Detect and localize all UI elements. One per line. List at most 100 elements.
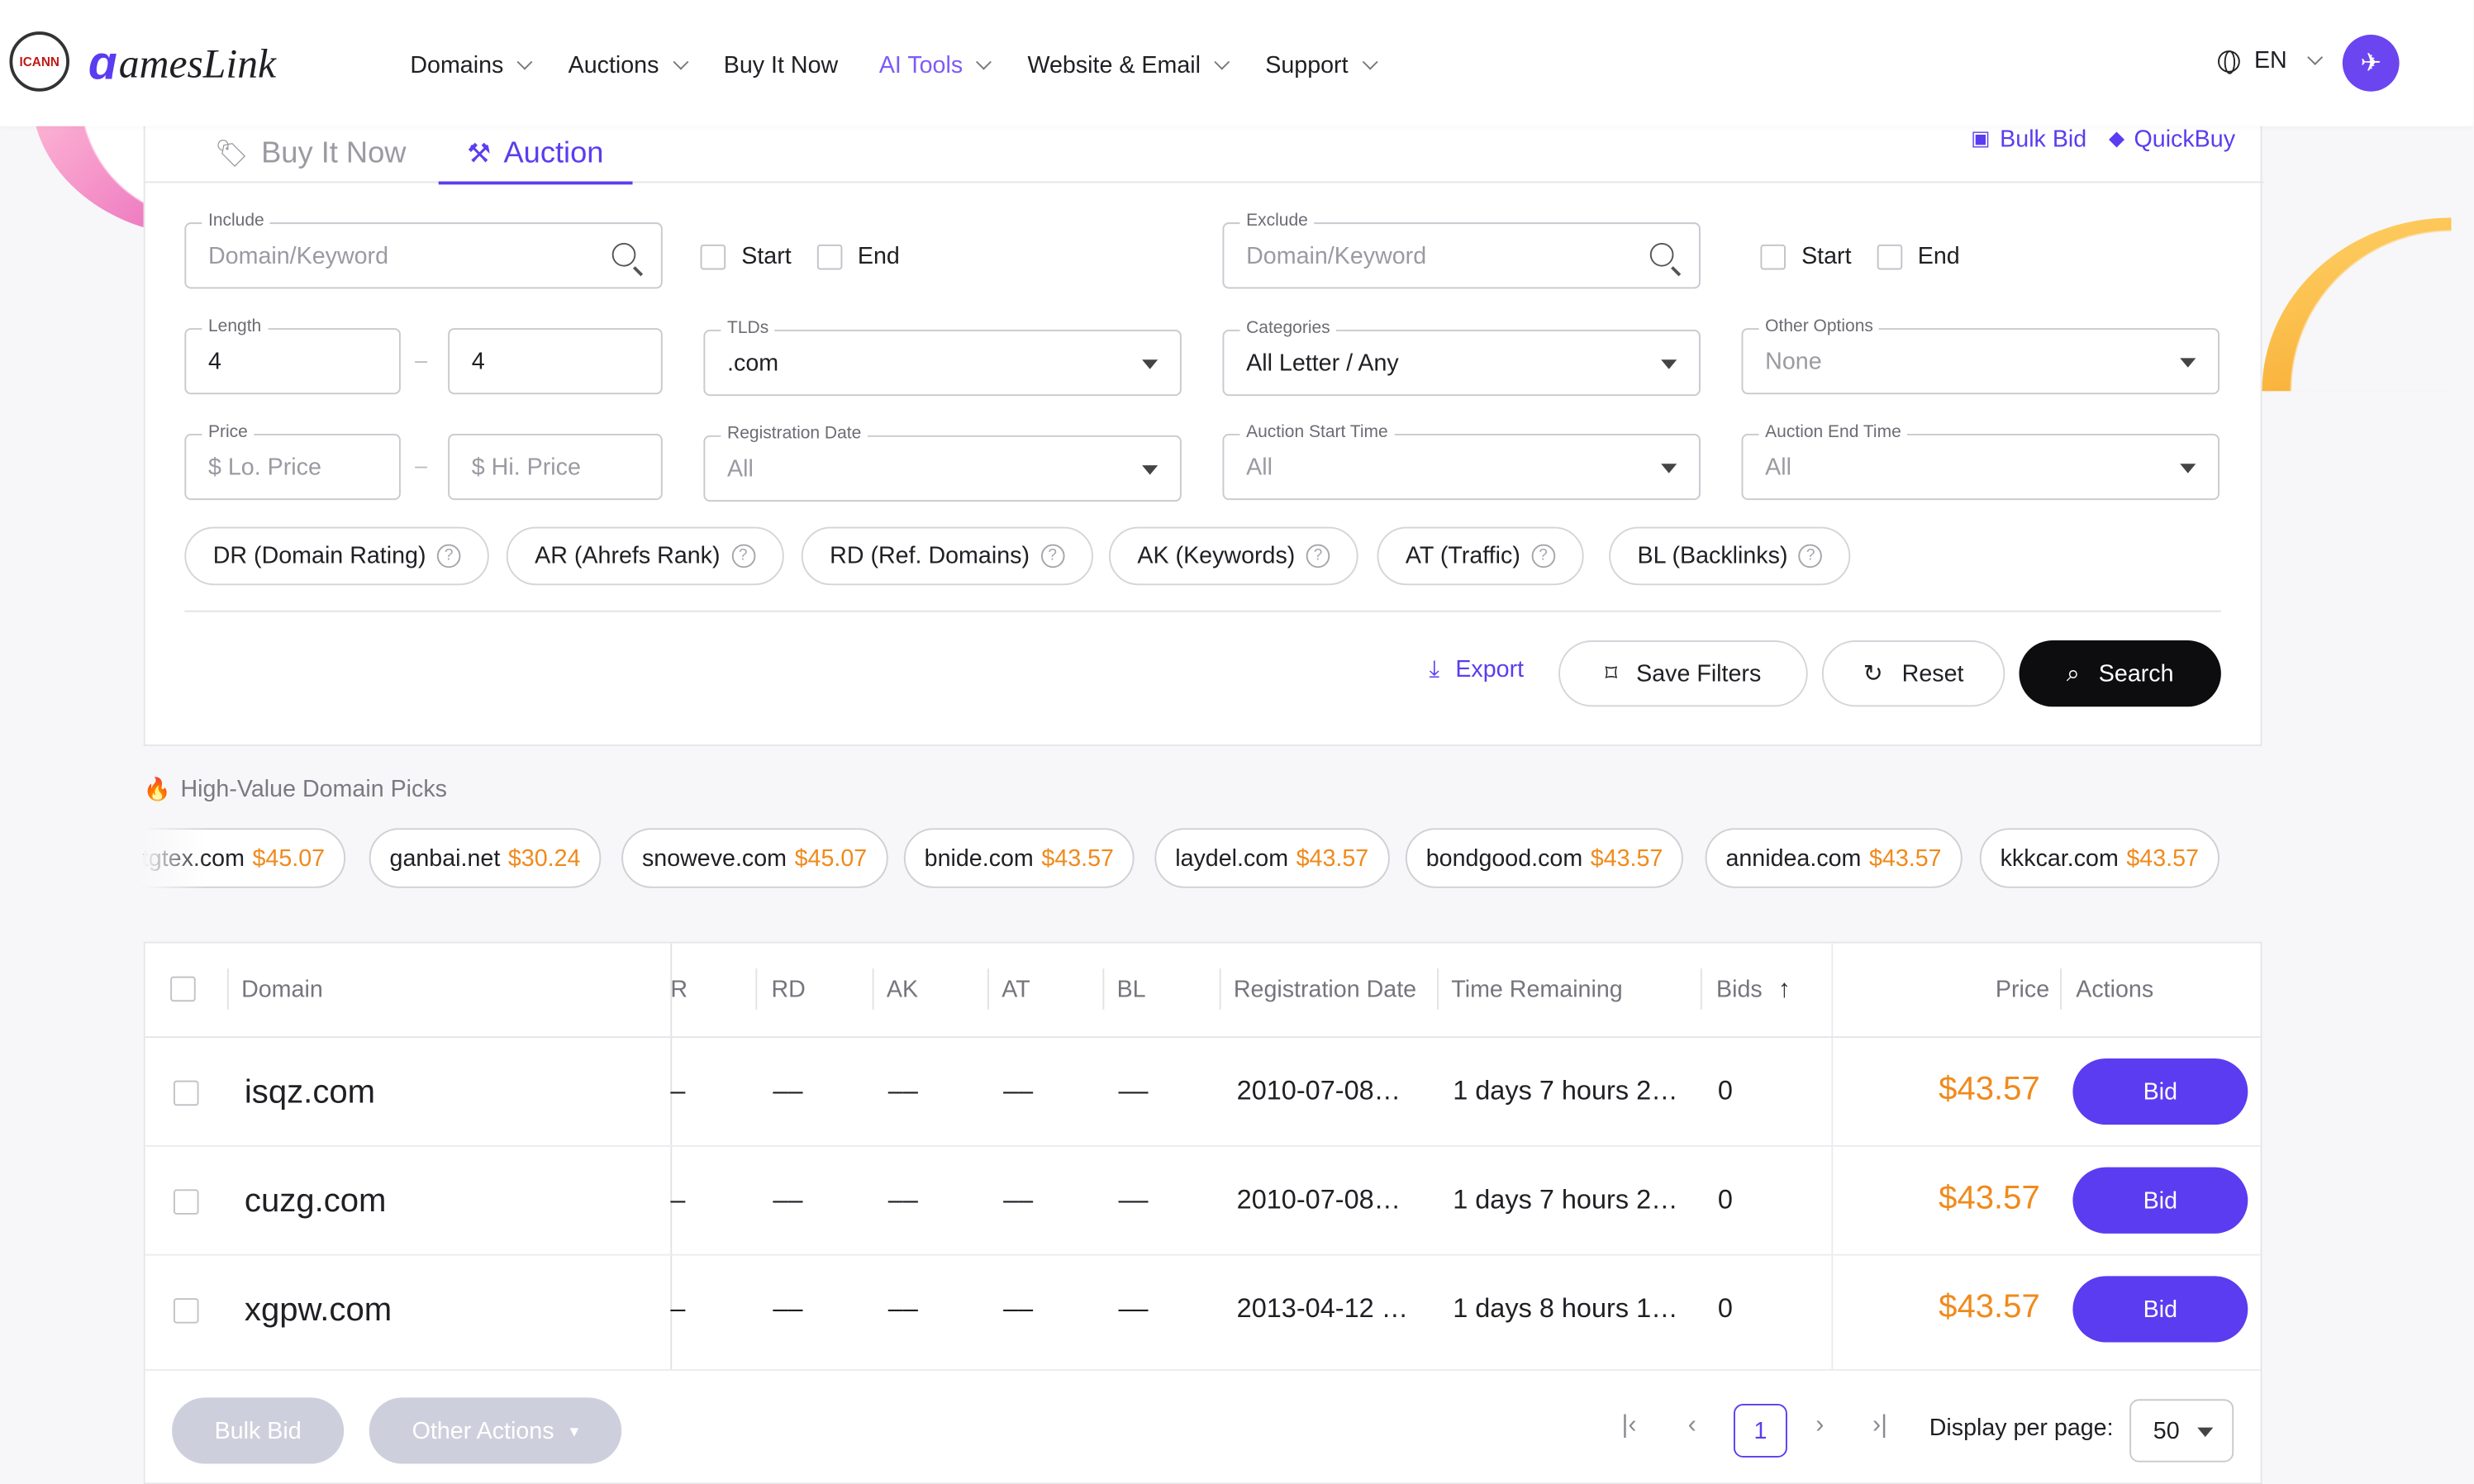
help-icon[interactable]: ?	[1531, 544, 1555, 568]
include-start-checkbox[interactable]	[700, 243, 726, 269]
chip-backlinks[interactable]: BL (Backlinks)?	[1609, 526, 1851, 586]
pick-chip[interactable]: bondgood.com $43.57	[1405, 828, 1684, 888]
header-ar[interactable]: R	[670, 944, 687, 1037]
include-keyword-input[interactable]: Include Domain/Keyword	[184, 211, 663, 289]
exclude-start-checkbox[interactable]	[1760, 243, 1786, 269]
pick-chip[interactable]: snoweve.com $45.07	[621, 828, 888, 888]
header-domain[interactable]: Domain	[241, 944, 323, 1037]
pick-chip[interactable]: annidea.com $43.57	[1705, 828, 1963, 888]
pick-chip[interactable]: bnide.com $43.57	[903, 828, 1135, 888]
price-cell: $43.57	[1939, 1179, 2040, 1216]
registration-date-legend: Registration Date	[721, 424, 868, 444]
quickbuy-link[interactable]: ◆ QuickBuy	[2109, 126, 2235, 152]
main-nav: Domains Auctions Buy It Now AI Tools Web…	[410, 47, 1412, 82]
language-selector[interactable]: EN	[2218, 47, 2323, 74]
tab-buy-it-now[interactable]: 🏷 Buy It Now	[215, 126, 407, 183]
nav-support[interactable]: Support	[1265, 47, 1378, 82]
bulk-bid-link[interactable]: ▣ Bulk Bid	[1971, 126, 2086, 152]
per-page-select[interactable]: 50	[2129, 1399, 2234, 1463]
site-logo[interactable]: ɑ amesLink	[88, 38, 276, 92]
row-checkbox[interactable]	[173, 1189, 199, 1215]
page-number-current[interactable]: 1	[1733, 1404, 1787, 1458]
first-page-icon[interactable]: |‹	[1621, 1412, 1636, 1440]
registration-date-select[interactable]: Registration Date All	[703, 424, 1182, 502]
row-checkbox[interactable]	[173, 1298, 199, 1324]
help-icon[interactable]: ?	[436, 544, 461, 568]
nav-buy-it-now[interactable]: Buy It Now	[724, 47, 838, 82]
auction-start-time-select[interactable]: Auction Start Time All	[1222, 422, 1701, 501]
select-all-checkbox[interactable]	[170, 976, 196, 1002]
prev-page-icon[interactable]: ‹	[1688, 1412, 1696, 1440]
last-page-icon[interactable]: ›|	[1872, 1412, 1887, 1440]
nav-auctions[interactable]: Auctions	[569, 47, 688, 82]
export-button[interactable]: ⤓ Export	[1430, 656, 1525, 683]
ak-cell: ––	[887, 1075, 918, 1106]
end-label: End	[857, 242, 900, 270]
bid-button[interactable]: Bid	[2072, 1167, 2248, 1234]
exclude-end-checkbox[interactable]	[1877, 243, 1902, 269]
chip-keywords[interactable]: AK (Keywords)?	[1109, 526, 1358, 586]
chip-ahrefs-rank[interactable]: AR (Ahrefs Rank)?	[506, 526, 783, 586]
other-actions-button[interactable]: Other Actions ▾	[369, 1397, 622, 1464]
caret-down-icon	[2180, 358, 2196, 368]
header-registration-date[interactable]: Registration Date	[1234, 944, 1416, 1037]
save-filters-button[interactable]: ⌑ Save Filters	[1558, 640, 1808, 707]
header-rd[interactable]: RD	[772, 944, 806, 1037]
chip-domain-rating[interactable]: DR (Domain Rating)?	[184, 526, 489, 586]
row-checkbox[interactable]	[173, 1080, 199, 1106]
nav-website-email[interactable]: Website & Email	[1027, 47, 1230, 82]
search-icon[interactable]	[611, 242, 636, 267]
chip-ref-domains[interactable]: RD (Ref. Domains)?	[801, 526, 1093, 586]
price-high-input[interactable]: $ Hi. Price	[448, 433, 663, 501]
help-icon[interactable]: ?	[1040, 544, 1064, 568]
auction-end-time-select[interactable]: Auction End Time All	[1741, 422, 2219, 501]
exclude-keyword-input[interactable]: Exclude Domain/Keyword	[1222, 211, 1701, 289]
include-end-checkbox[interactable]	[816, 243, 842, 269]
chip-traffic[interactable]: AT (Traffic)?	[1377, 526, 1584, 586]
include-position-checkboxes: Start End	[700, 242, 925, 270]
categories-legend: Categories	[1239, 318, 1337, 338]
header-ak[interactable]: AK	[887, 944, 918, 1037]
pick-chip[interactable]: laydel.com $43.57	[1154, 828, 1390, 888]
bulk-bid-button[interactable]: Bulk Bid	[172, 1397, 345, 1464]
search-icon[interactable]	[1649, 242, 1674, 267]
high-value-picks-row: tgtex.com$45.07 ganbai.net$30.24 snoweve…	[143, 828, 2223, 892]
time-remaining-cell: 1 days 7 hours 2…	[1453, 1184, 1678, 1215]
bid-button[interactable]: Bid	[2072, 1058, 2248, 1125]
reset-button[interactable]: ↻ Reset	[1821, 640, 2005, 707]
rd-cell: ––	[773, 1293, 803, 1324]
bookmark-icon: ⌑	[1605, 660, 1618, 688]
sort-ascending-icon[interactable]: ↑	[1778, 976, 1791, 1004]
header-bl[interactable]: BL	[1117, 944, 1146, 1037]
header-price[interactable]: Price	[1996, 944, 2049, 1037]
header-separator	[987, 968, 989, 1010]
header-time-remaining[interactable]: Time Remaining	[1451, 944, 1622, 1037]
tlds-select[interactable]: TLDs .com	[703, 318, 1182, 397]
length-max-input[interactable]: 4	[448, 328, 663, 395]
nav-ai-tools[interactable]: AI Tools	[879, 47, 992, 82]
length-min-input[interactable]: Length 4	[184, 316, 401, 395]
header-bids[interactable]: Bids ↑	[1716, 944, 1791, 1037]
domain-cell[interactable]: cuzg.com	[245, 1180, 387, 1224]
price-low-input[interactable]: Price $ Lo. Price	[184, 422, 401, 501]
nav-domains[interactable]: Domains	[410, 47, 533, 82]
bid-button[interactable]: Bid	[2072, 1276, 2248, 1343]
help-icon[interactable]: ?	[1798, 544, 1823, 568]
domain-cell[interactable]: isqz.com	[245, 1071, 375, 1115]
icann-badge-icon: ICANN	[9, 31, 69, 92]
tab-auction[interactable]: ⚒ Auction	[438, 126, 631, 185]
header-at[interactable]: AT	[1001, 944, 1030, 1037]
pick-chip[interactable]: ganbai.net $30.24	[369, 828, 602, 888]
next-page-icon[interactable]: ›	[1815, 1412, 1824, 1440]
rd-cell: ––	[773, 1075, 803, 1106]
registration-date-value: All	[727, 454, 754, 483]
header-actions: Actions	[2076, 976, 2154, 1004]
help-icon[interactable]: ?	[730, 544, 755, 568]
help-icon[interactable]: ?	[1306, 544, 1330, 568]
domain-cell[interactable]: xgpw.com	[245, 1289, 392, 1333]
pick-chip[interactable]: kkkcar.com $43.57	[1979, 828, 2219, 888]
search-button[interactable]: ⌕ Search	[2019, 640, 2221, 707]
other-options-select[interactable]: Other Options None	[1741, 316, 2219, 395]
categories-select[interactable]: Categories All Letter / Any	[1222, 318, 1701, 397]
user-avatar[interactable]: ✈	[2342, 34, 2400, 92]
